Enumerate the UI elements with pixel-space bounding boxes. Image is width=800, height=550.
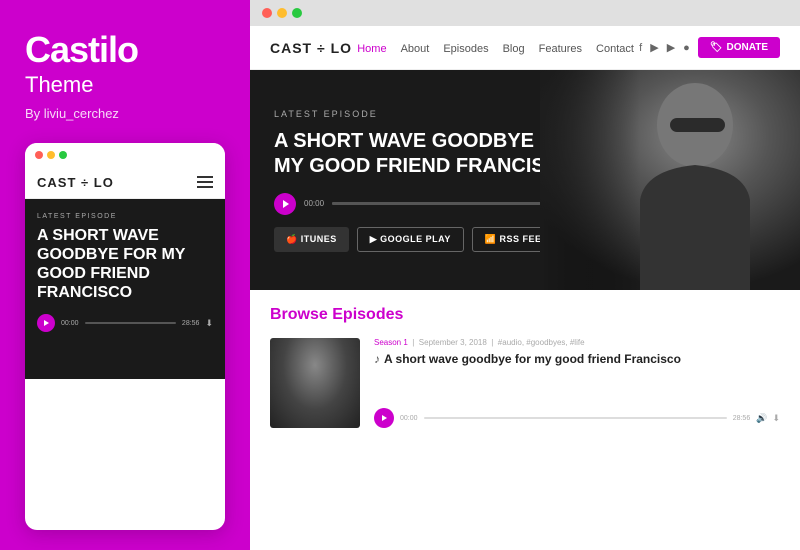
episode-tags: #audio, #goodbyes, #life: [498, 338, 585, 347]
mobile-logo: CAST ÷ LO: [37, 175, 114, 190]
dot-yellow: [47, 151, 55, 159]
left-panel: Castilo Theme By liviu_cerchez CAST ÷ LO…: [0, 0, 250, 550]
nav-item-about[interactable]: About: [401, 39, 430, 57]
google-play-button[interactable]: ▶ GOOGLE PLAY: [357, 227, 464, 252]
episode-download-icon[interactable]: ⬇: [772, 413, 780, 424]
episode-progress-bar[interactable]: [424, 417, 727, 419]
episode-time-end: 28:56: [733, 415, 751, 422]
nav-link-blog[interactable]: Blog: [503, 43, 525, 55]
episode-title-text: ♪ A short wave goodbye for my good frien…: [374, 352, 780, 366]
mobile-time-start: 00:00: [61, 320, 79, 327]
hamburger-icon[interactable]: [197, 176, 213, 188]
mobile-play-button[interactable]: [37, 314, 55, 332]
browser-titlebar: [250, 0, 800, 26]
episode-icons: 🔊 ⬇: [756, 413, 780, 424]
episode-volume-icon[interactable]: 🔊: [756, 413, 767, 424]
nav-item-contact[interactable]: Contact: [596, 39, 634, 57]
nav-link-contact[interactable]: Contact: [596, 43, 634, 55]
mobile-hero: LATEST EPISODE A SHORT WAVE GOODBYE FOR …: [25, 199, 225, 379]
youtube-icon[interactable]: ▶: [667, 41, 675, 54]
donate-icon: 🏷: [710, 42, 723, 53]
hero-time-start: 00:00: [304, 199, 324, 208]
nav-item-episodes[interactable]: Episodes: [443, 39, 488, 57]
brand-author: By liviu_cerchez: [25, 106, 225, 121]
episode-play-button[interactable]: [374, 408, 394, 428]
hero-play-button[interactable]: [274, 193, 296, 215]
browse-static-text: Browse: [270, 306, 332, 323]
episode-meta: Season 1 | September 3, 2018 | #audio, #…: [374, 338, 780, 347]
mobile-player: 00:00 28:56 ⬇: [37, 314, 213, 332]
hero-portrait: [540, 70, 800, 290]
browse-header: Browse Episodes: [270, 306, 780, 324]
nav-links: Home About Episodes Blog Features Contac…: [357, 39, 634, 57]
mobile-nav: CAST ÷ LO: [25, 167, 225, 199]
episode-title-label: A short wave goodbye for my good friend …: [384, 352, 681, 366]
nav-item-features[interactable]: Features: [539, 39, 582, 57]
itunes-button[interactable]: 🍎 ITUNES: [274, 227, 349, 252]
music-note-icon: ♪: [374, 352, 380, 366]
right-panel: CAST ÷ LO Home About Episodes Blog Featu…: [250, 0, 800, 550]
spotify-icon[interactable]: ●: [683, 42, 690, 54]
play-icon[interactable]: ▶: [650, 41, 658, 54]
nav-link-episodes[interactable]: Episodes: [443, 43, 488, 55]
hero-portrait-svg: [540, 70, 800, 290]
episode-list: Season 1 | September 3, 2018 | #audio, #…: [270, 338, 780, 428]
donate-button[interactable]: 🏷 DONATE: [698, 37, 780, 58]
nav-social: f ▶ ▶ ● 🏷 DONATE: [639, 37, 780, 58]
brand-title: Castilo: [25, 30, 225, 70]
site-nav: CAST ÷ LO Home About Episodes Blog Featu…: [250, 26, 800, 70]
browser-dot-red: [262, 8, 272, 18]
donate-label: DONATE: [727, 42, 768, 53]
mobile-time-end: 28:56: [182, 320, 200, 327]
browse-accent-text: Episodes: [332, 306, 403, 323]
nav-item-blog[interactable]: Blog: [503, 39, 525, 57]
nav-link-about[interactable]: About: [401, 43, 430, 55]
mobile-mockup: CAST ÷ LO LATEST EPISODE A SHORT WAVE GO…: [25, 143, 225, 530]
episode-thumbnail: [270, 338, 360, 428]
episode-season: Season 1: [374, 338, 408, 347]
nav-link-home[interactable]: Home: [357, 43, 386, 55]
episode-date: September 3, 2018: [419, 338, 487, 347]
dot-red: [35, 151, 43, 159]
mobile-latest-label: LATEST EPISODE: [37, 213, 213, 220]
facebook-icon[interactable]: f: [639, 42, 642, 54]
mobile-download-icon[interactable]: ⬇: [205, 318, 213, 329]
mobile-progress-bar[interactable]: [85, 322, 176, 324]
browser-content: CAST ÷ LO Home About Episodes Blog Featu…: [250, 26, 800, 550]
nav-item-home[interactable]: Home: [357, 39, 386, 57]
dot-green: [59, 151, 67, 159]
window-dots: [35, 151, 67, 159]
episode-thumb-figure: [270, 338, 360, 428]
mobile-episode-title: A SHORT WAVE GOODBYE FOR MY GOOD FRIEND …: [37, 226, 213, 303]
site-hero: LATEST EPISODE A SHORT WAVE GOODBYE FOR …: [250, 70, 800, 290]
episode-info: Season 1 | September 3, 2018 | #audio, #…: [374, 338, 780, 428]
browser-dot-yellow: [277, 8, 287, 18]
brand-subtitle: Theme: [25, 72, 225, 98]
nav-link-features[interactable]: Features: [539, 43, 582, 55]
site-logo: CAST ÷ LO: [270, 40, 352, 56]
browse-section: Browse Episodes Season 1 | September 3, …: [250, 290, 800, 550]
episode-player-row: 00:00 28:56 🔊 ⬇: [374, 408, 780, 428]
episode-time-start: 00:00: [400, 415, 418, 422]
browser-dot-green: [292, 8, 302, 18]
mobile-titlebar: [25, 143, 225, 167]
